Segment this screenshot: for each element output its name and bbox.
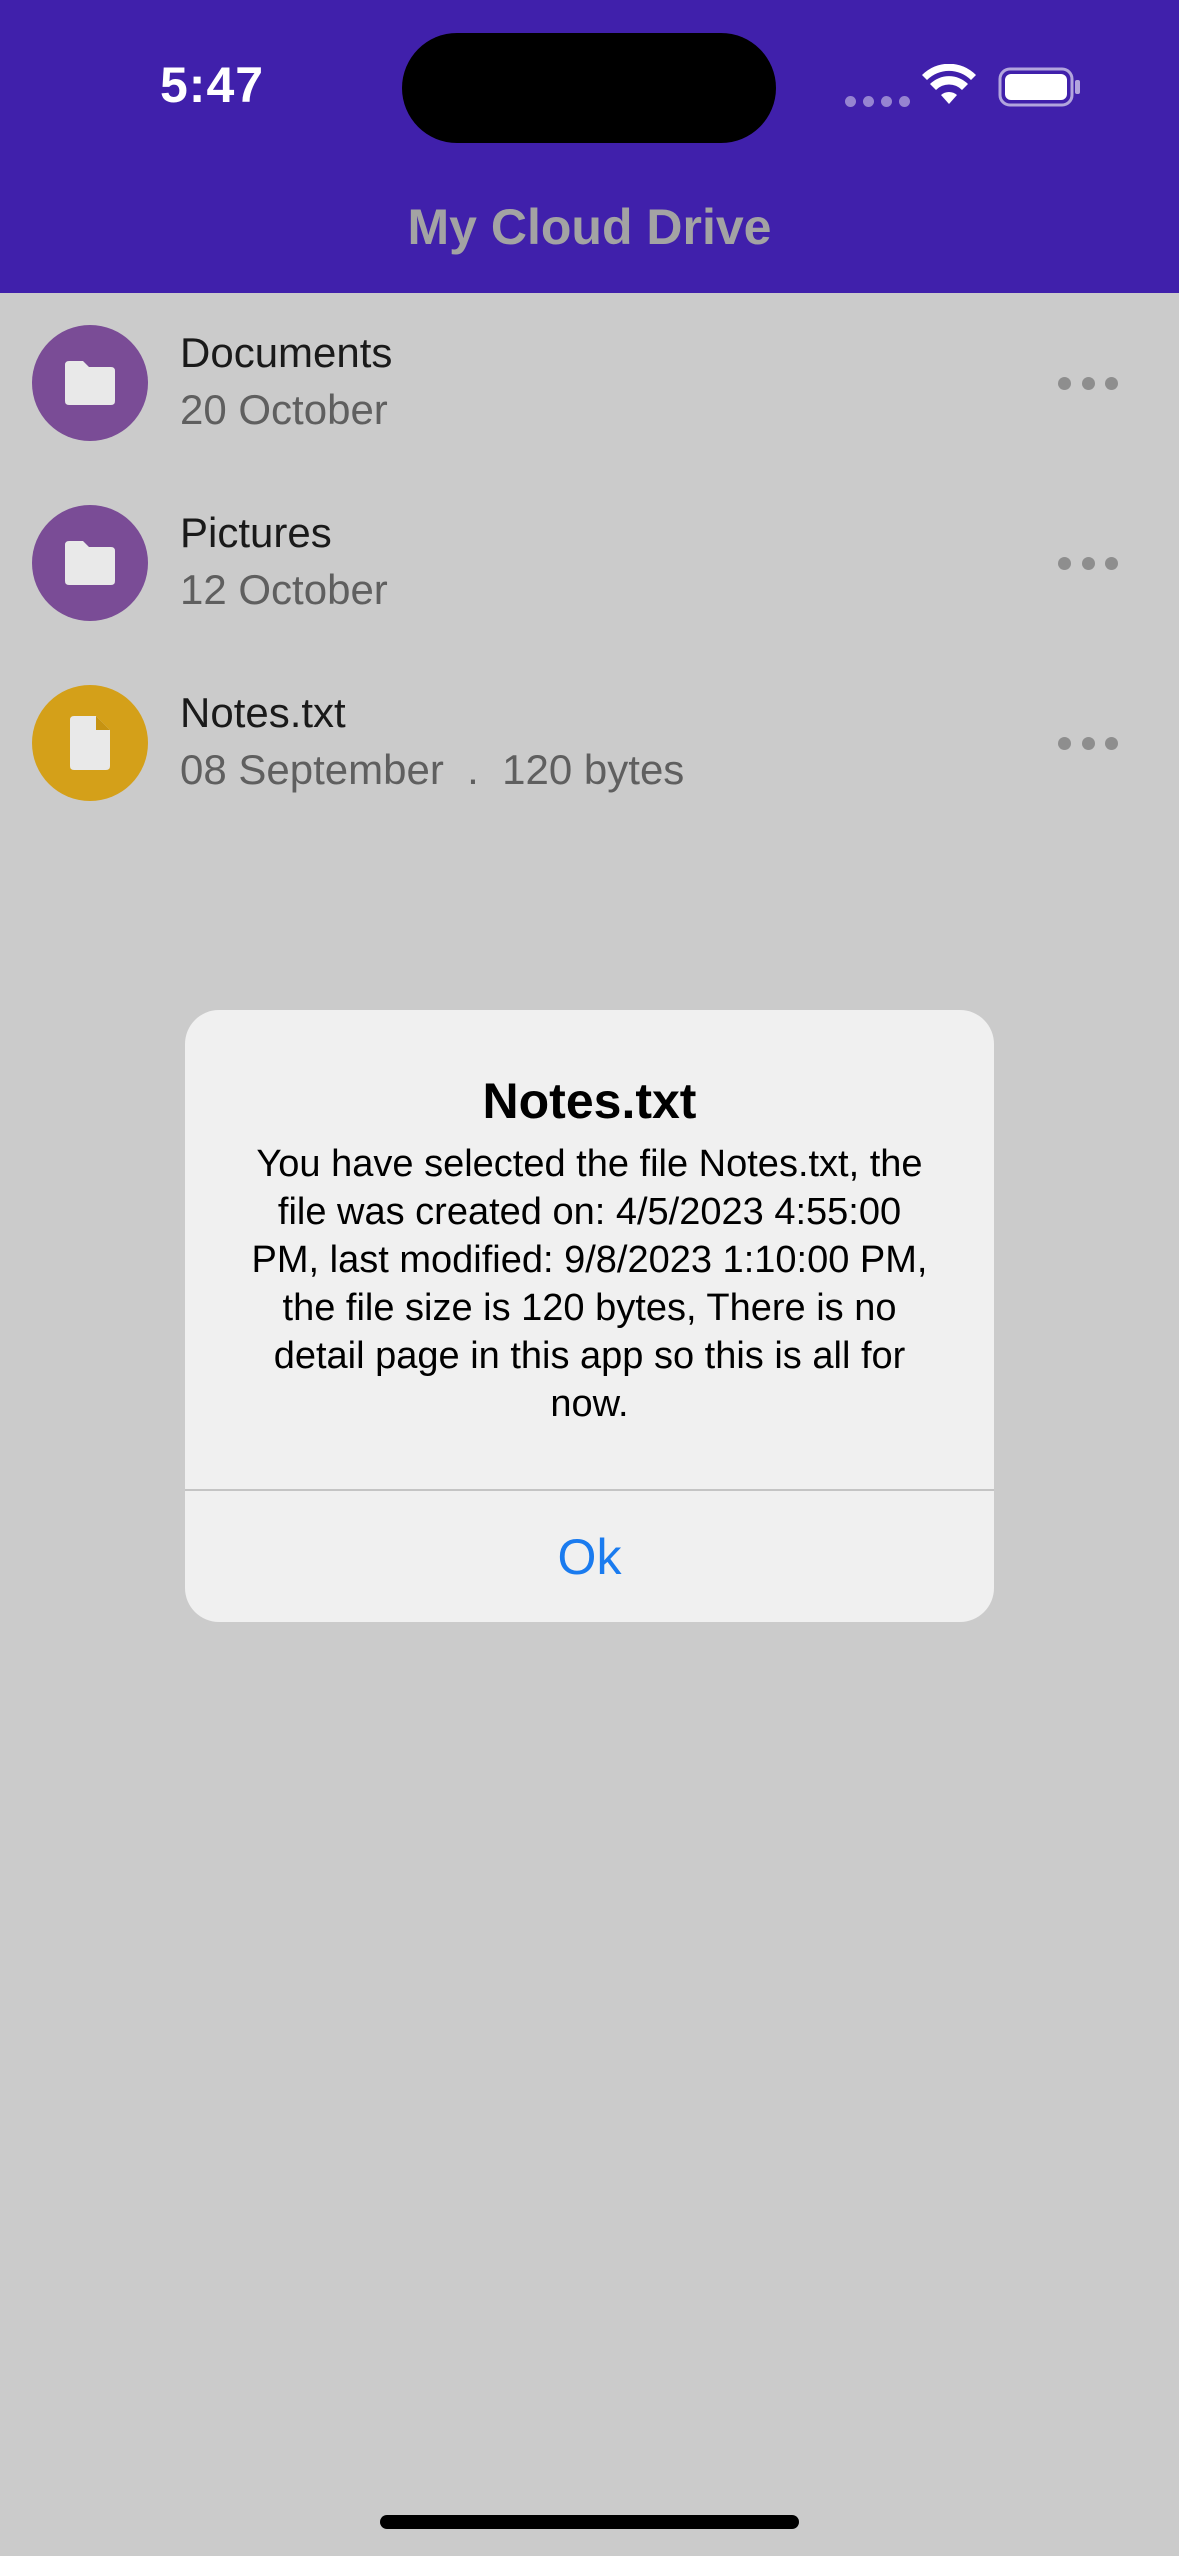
dynamic-island (402, 33, 776, 143)
file-name: Documents (180, 329, 393, 376)
more-options-button[interactable] (1058, 735, 1118, 751)
app-title: My Cloud Drive (407, 199, 772, 255)
file-name: Notes.txt (180, 689, 346, 736)
file-icon (70, 716, 110, 770)
more-options-button[interactable] (1058, 375, 1118, 391)
home-indicator[interactable] (380, 2515, 799, 2529)
folder-avatar (32, 325, 148, 441)
cellular-signal-icon (845, 96, 910, 107)
file-list-item[interactable]: Pictures 12 October (0, 473, 1179, 653)
file-meta: 12 October (180, 566, 388, 613)
file-name: Pictures (180, 509, 332, 556)
dialog-title: Notes.txt (482, 1073, 697, 1129)
more-options-button[interactable] (1058, 555, 1118, 571)
file-list-item[interactable]: Documents 20 October (0, 293, 1179, 473)
dialog-message: You have selected the file Notes.txt, th… (251, 1143, 928, 1425)
folder-icon (65, 541, 115, 585)
status-time: 5:47 (160, 57, 265, 113)
folder-icon (65, 361, 115, 405)
alert-dialog: Notes.txt You have selected the file Not… (185, 1010, 994, 1622)
wifi-icon (922, 64, 976, 104)
file-meta: 20 October (180, 386, 388, 433)
file-avatar (32, 685, 148, 801)
app-screen: 5:47 My Cloud Drive Documents 20 October (0, 0, 1179, 2556)
folder-avatar (32, 505, 148, 621)
ok-button[interactable]: Ok (185, 1491, 994, 1622)
battery-icon (998, 67, 1080, 107)
file-meta: 08 September . 120 bytes (180, 746, 685, 793)
app-header: 5:47 My Cloud Drive (0, 0, 1179, 293)
file-list-item[interactable]: Notes.txt 08 September . 120 bytes (0, 653, 1179, 833)
